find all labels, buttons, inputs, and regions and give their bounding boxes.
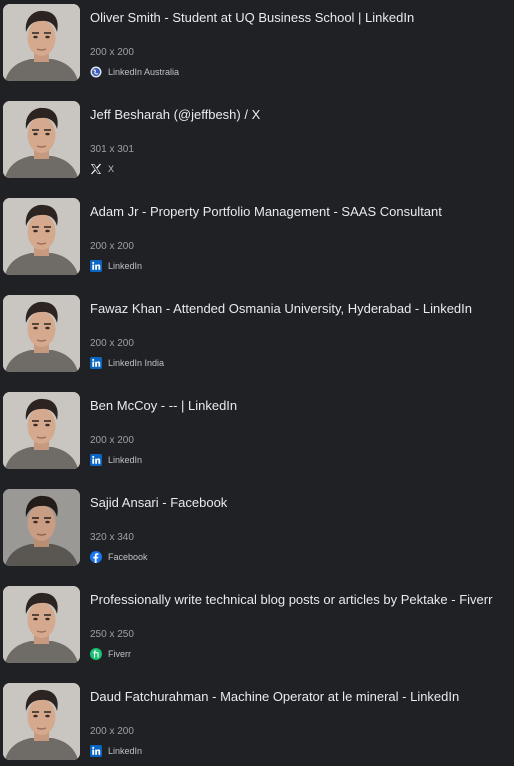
source-name: X — [108, 164, 115, 174]
result-title[interactable]: Adam Jr - Property Portfolio Management … — [90, 204, 510, 220]
portrait-image — [3, 4, 80, 81]
globe-icon — [90, 66, 102, 78]
portrait-image — [3, 683, 80, 760]
portrait-thumbnail[interactable] — [3, 683, 80, 760]
result-title[interactable]: Professionally write technical blog post… — [90, 592, 510, 608]
source-name: LinkedIn — [108, 746, 143, 756]
result-title[interactable]: Ben McCoy - -- | LinkedIn — [90, 398, 510, 414]
result-item[interactable]: Sajid Ansari - Facebook 320 x 340 Facebo… — [0, 485, 514, 566]
result-source[interactable]: Facebook — [90, 550, 148, 564]
result-source[interactable]: LinkedIn — [90, 259, 142, 273]
portrait-thumbnail[interactable] — [3, 4, 80, 81]
portrait-thumbnail[interactable] — [3, 198, 80, 275]
result-title[interactable]: Sajid Ansari - Facebook — [90, 495, 510, 511]
result-item[interactable]: Fawaz Khan - Attended Osmania University… — [0, 291, 514, 372]
result-source[interactable]: LinkedIn Australia — [90, 65, 179, 79]
portrait-thumbnail[interactable] — [3, 101, 80, 178]
portrait-thumbnail[interactable] — [3, 295, 80, 372]
linkedin-icon — [90, 357, 102, 369]
image-dimensions: 320 x 340 — [90, 532, 134, 543]
image-results-list: Oliver Smith - Student at UQ Business Sc… — [0, 0, 514, 766]
image-dimensions: 301 x 301 — [90, 144, 134, 155]
source-name: LinkedIn Australia — [108, 67, 180, 77]
result-title[interactable]: Jeff Besharah (@jeffbesh) / X — [90, 107, 510, 123]
image-dimensions: 200 x 200 — [90, 726, 134, 737]
linkedin-icon — [90, 260, 102, 272]
portrait-image — [3, 392, 80, 469]
result-source[interactable]: LinkedIn — [90, 744, 142, 758]
result-item[interactable]: Jeff Besharah (@jeffbesh) / X 301 x 301 … — [0, 97, 514, 178]
result-title[interactable]: Oliver Smith - Student at UQ Business Sc… — [90, 10, 510, 26]
result-source[interactable]: X — [90, 162, 114, 176]
portrait-image — [3, 198, 80, 275]
portrait-thumbnail[interactable] — [3, 489, 80, 566]
result-item[interactable]: Daud Fatchurahman - Machine Operator at … — [0, 679, 514, 760]
x-logo-icon — [90, 163, 102, 175]
linkedin-icon — [90, 745, 102, 757]
image-dimensions: 200 x 200 — [90, 435, 134, 446]
source-name: Fiverr — [108, 649, 131, 659]
result-source[interactable]: Fiverr — [90, 647, 131, 661]
facebook-icon — [90, 551, 102, 563]
result-item[interactable]: Professionally write technical blog post… — [0, 582, 514, 663]
image-dimensions: 200 x 200 — [90, 47, 134, 58]
source-name: Facebook — [108, 552, 148, 562]
source-name: LinkedIn India — [108, 358, 165, 368]
portrait-image — [3, 489, 80, 566]
portrait-image — [3, 586, 80, 663]
source-name: LinkedIn — [108, 455, 143, 465]
image-dimensions: 200 x 200 — [90, 241, 134, 252]
result-item[interactable]: Adam Jr - Property Portfolio Management … — [0, 194, 514, 275]
result-item[interactable]: Oliver Smith - Student at UQ Business Sc… — [0, 0, 514, 81]
linkedin-icon — [90, 454, 102, 466]
image-dimensions: 200 x 200 — [90, 338, 134, 349]
portrait-image — [3, 295, 80, 372]
result-title[interactable]: Daud Fatchurahman - Machine Operator at … — [90, 689, 510, 705]
fiverr-icon — [90, 648, 102, 660]
result-title[interactable]: Fawaz Khan - Attended Osmania University… — [90, 301, 510, 317]
portrait-image — [3, 101, 80, 178]
portrait-thumbnail[interactable] — [3, 586, 80, 663]
result-source[interactable]: LinkedIn — [90, 453, 142, 467]
result-source[interactable]: LinkedIn India — [90, 356, 164, 370]
source-name: LinkedIn — [108, 261, 143, 271]
image-dimensions: 250 x 250 — [90, 629, 134, 640]
result-item[interactable]: Ben McCoy - -- | LinkedIn 200 x 200 Link… — [0, 388, 514, 469]
portrait-thumbnail[interactable] — [3, 392, 80, 469]
